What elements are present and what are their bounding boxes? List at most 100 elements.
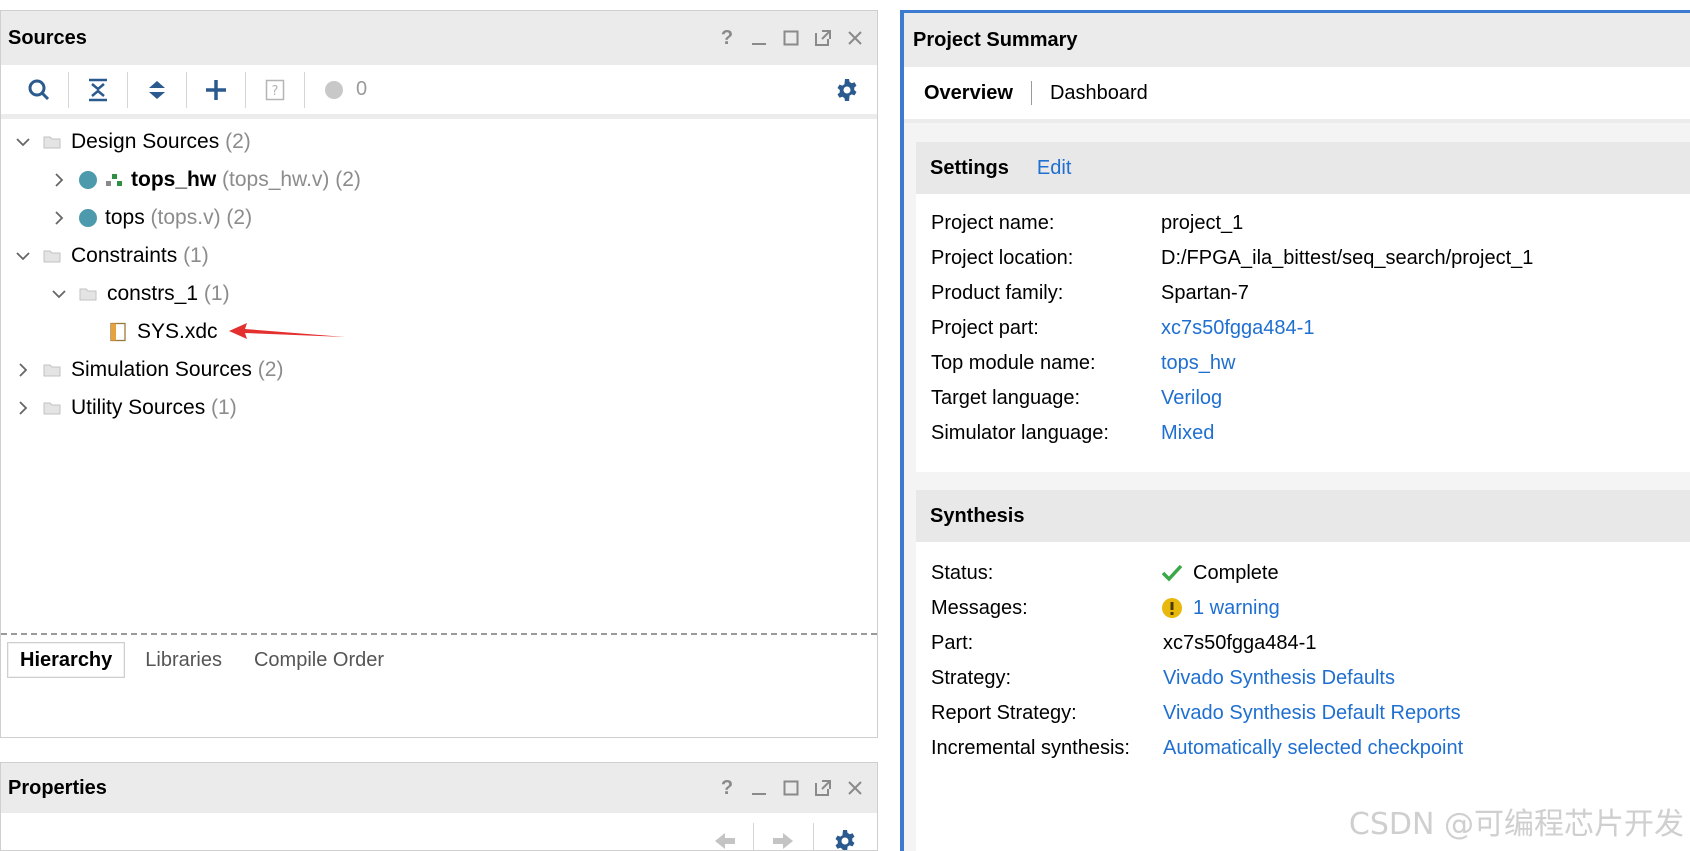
svg-text:?: ? — [272, 84, 279, 99]
settings-button[interactable] — [835, 78, 859, 107]
warnings-link[interactable]: 1 warning — [1193, 597, 1280, 620]
expand-all-button[interactable] — [135, 70, 179, 110]
tree-item-design-sources[interactable]: Design Sources (2) — [13, 127, 251, 157]
setting-key: Project name: — [931, 211, 1055, 234]
toolbar-separator — [753, 823, 754, 850]
collapse-all-icon — [89, 78, 107, 101]
tab-hierarchy[interactable]: Hierarchy — [7, 642, 126, 678]
tab-libraries[interactable]: Libraries — [133, 642, 234, 678]
setting-key: Top module name: — [931, 351, 1096, 374]
synthesis-key: Status: — [931, 561, 994, 584]
search-button[interactable] — [17, 70, 61, 110]
tree-item-constraints[interactable]: Constraints (1) — [13, 241, 209, 271]
close-icon[interactable] — [845, 28, 865, 48]
folder-icon — [43, 364, 61, 377]
setting-key: Product family: — [931, 281, 1064, 304]
setting-row-top-module: Top module name: tops_hw — [931, 348, 1236, 378]
tree-item-label: tops — [105, 206, 145, 229]
annotation-arrow — [229, 323, 345, 339]
minimize-icon[interactable] — [749, 778, 769, 798]
folder-icon — [43, 136, 61, 149]
tree-item-simulation-sources[interactable]: Simulation Sources (2) — [13, 355, 283, 385]
tree-item-label: tops_hw — [131, 168, 217, 191]
check-icon — [1161, 562, 1183, 584]
synthesis-key: Part: — [931, 631, 974, 654]
tree-item-label: Design Sources — [71, 130, 220, 153]
tree-item-count: (2) — [257, 358, 284, 381]
close-icon[interactable] — [845, 778, 865, 798]
maximize-icon[interactable] — [781, 778, 801, 798]
chevron-down-icon[interactable] — [13, 251, 33, 261]
help-icon[interactable]: ? — [717, 777, 737, 799]
tree-item-count: (2) — [226, 206, 253, 229]
toolbar-separator — [304, 71, 305, 108]
tree-item-utility-sources[interactable]: Utility Sources (1) — [13, 393, 237, 423]
chevron-right-icon[interactable] — [13, 400, 33, 416]
properties-window-controls: ? — [717, 763, 865, 813]
settings-header: Settings Edit — [916, 142, 1690, 194]
error-count-value: 0 — [356, 78, 368, 100]
synthesis-section: Synthesis Status: Complete Messages: 1 w… — [916, 490, 1690, 851]
report-strategy-link[interactable]: Vivado Synthesis Default Reports — [1163, 702, 1461, 725]
edit-settings-link[interactable]: Edit — [1037, 157, 1071, 180]
chevron-right-icon[interactable] — [13, 362, 33, 378]
folder-icon — [43, 402, 61, 415]
setting-row-target-language: Target language: Verilog — [931, 383, 1222, 413]
question-file-icon: ? — [265, 79, 285, 100]
tree-item-label: Constraints — [71, 244, 178, 267]
toolbar-separator — [245, 71, 246, 108]
strategy-link[interactable]: Vivado Synthesis Defaults — [1163, 667, 1395, 690]
collapse-all-button[interactable] — [76, 70, 120, 110]
tree-item-tops[interactable]: tops (tops.v) (2) — [49, 203, 252, 233]
tree-item-constrs-1[interactable]: constrs_1 (1) — [49, 279, 230, 309]
settings-body: Project name: project_1 Project location… — [916, 194, 1690, 472]
tab-separator — [1030, 81, 1032, 105]
setting-key: Simulator language: — [931, 421, 1109, 444]
chevron-right-icon[interactable] — [49, 210, 69, 226]
minimize-icon[interactable] — [749, 28, 769, 48]
toolbar-separator — [186, 71, 187, 108]
tab-overview[interactable]: Overview — [924, 82, 1013, 105]
chevron-down-icon[interactable] — [49, 289, 69, 299]
help-icon[interactable]: ? — [717, 27, 737, 49]
error-count[interactable]: 0 — [324, 78, 367, 101]
chevron-right-icon[interactable] — [49, 172, 69, 188]
top-module-link[interactable]: tops_hw — [1161, 352, 1236, 375]
synthesis-row-part: Part: xc7s50fgga484-1 — [931, 628, 1316, 658]
tab-compile-order[interactable]: Compile Order — [242, 642, 396, 678]
properties-toolbar — [1, 813, 877, 851]
tree-item-sys-xdc[interactable]: SYS.xdc — [109, 317, 218, 347]
chevron-down-icon[interactable] — [13, 137, 33, 147]
project-summary-panel: Project Summary Overview Dashboard Setti… — [900, 10, 1690, 851]
synthesis-row-strategy: Strategy: Vivado Synthesis Defaults — [931, 663, 1395, 693]
float-icon[interactable] — [813, 28, 833, 48]
forward-arrow-icon[interactable] — [771, 831, 795, 851]
summary-title: Project Summary — [904, 13, 1690, 67]
back-arrow-icon[interactable] — [713, 831, 737, 851]
maximize-icon[interactable] — [781, 28, 801, 48]
circle-status-icon — [325, 80, 343, 99]
setting-value: D:/FPGA_ila_bittest/seq_search/project_1 — [1161, 246, 1534, 269]
settings-heading: Settings — [930, 156, 1009, 179]
float-icon[interactable] — [813, 778, 833, 798]
tree-item-tops-hw[interactable]: tops_hw (tops_hw.v) (2) — [49, 165, 361, 195]
setting-value: Spartan-7 — [1161, 281, 1249, 304]
tree-item-label: Simulation Sources — [71, 358, 252, 381]
project-part-link[interactable]: xc7s50fgga484-1 — [1161, 317, 1314, 340]
incremental-checkpoint-link[interactable]: Automatically selected checkpoint — [1163, 737, 1463, 760]
setting-row-project-location: Project location: D:/FPGA_ila_bittest/se… — [931, 243, 1533, 273]
properties-panel-header: Properties ? — [1, 763, 877, 813]
synthesis-key: Incremental synthesis: — [931, 736, 1130, 759]
unknown-file-button[interactable]: ? — [253, 70, 297, 110]
sources-view-tabs: Hierarchy Libraries Compile Order — [1, 633, 877, 685]
gear-icon[interactable] — [833, 829, 857, 851]
synthesis-row-report-strategy: Report Strategy: Vivado Synthesis Defaul… — [931, 698, 1461, 728]
tab-dashboard[interactable]: Dashboard — [1050, 82, 1148, 105]
toolbar-separator — [68, 71, 69, 108]
simulator-language-link[interactable]: Mixed — [1161, 422, 1214, 445]
sources-window-controls: ? — [717, 11, 865, 65]
sources-panel-header: Sources ? — [1, 11, 877, 65]
setting-key: Project part: — [931, 316, 1039, 339]
add-sources-button[interactable] — [194, 70, 238, 110]
target-language-link[interactable]: Verilog — [1161, 387, 1222, 410]
